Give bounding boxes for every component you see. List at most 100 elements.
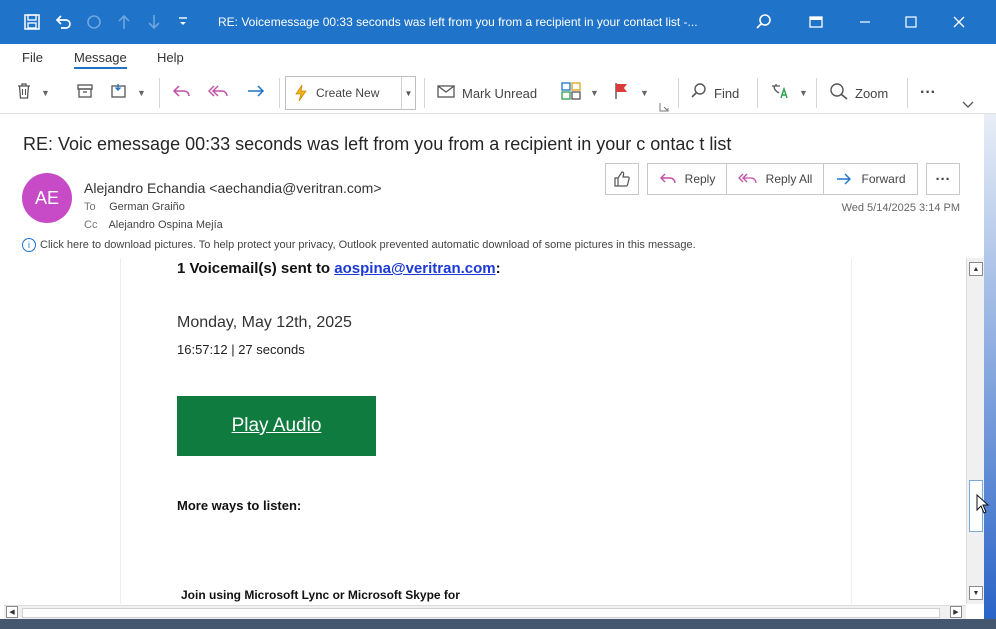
translate-button[interactable]: ▼: [770, 80, 808, 106]
taskbar-strip: [0, 619, 996, 629]
flag-button[interactable]: ▼: [613, 80, 649, 106]
info-icon: i: [22, 238, 36, 252]
zoom-icon: [829, 82, 849, 105]
quick-steps-icon: [292, 84, 310, 102]
translate-icon: [770, 82, 790, 105]
horizontal-scrollbar[interactable]: ◀ ▶: [4, 605, 966, 619]
find-label: Find: [714, 85, 740, 101]
move-button[interactable]: ▼: [110, 80, 146, 106]
cc-recipient[interactable]: Alejandro Ospina Mejía: [108, 219, 222, 231]
save-icon[interactable]: [22, 12, 42, 32]
mark-unread-label: Mark Unread: [462, 85, 538, 101]
mark-unread-button[interactable]: Mark Unread: [436, 80, 537, 106]
window-title: RE: Voicemessage 00:33 seconds was left …: [218, 15, 698, 29]
vertical-scrollbar[interactable]: ▲ ▼: [966, 258, 984, 604]
horizontal-scroll-track[interactable]: [22, 608, 940, 618]
recipient-email-link[interactable]: aospina@veritran.com: [334, 260, 495, 277]
sender[interactable]: Alejandro Echandia <aechandia@veritran.c…: [84, 180, 382, 196]
voicemail-date: Monday, May 12th, 2025: [177, 314, 352, 331]
scroll-right-icon[interactable]: ▶: [950, 606, 962, 618]
archive-button[interactable]: [76, 80, 100, 106]
more-ways-heading: More ways to listen:: [177, 498, 302, 513]
zoom-button[interactable]: Zoom: [829, 80, 888, 106]
chevron-down-icon[interactable]: ▼: [799, 88, 808, 98]
ribbon-more-button[interactable]: ···: [920, 80, 936, 106]
reply-all-ribbon-button[interactable]: [208, 80, 236, 106]
chevron-down-icon[interactable]: ▼: [640, 88, 649, 98]
down-arrow-icon[interactable]: [144, 12, 164, 32]
categorize-icon: [561, 81, 581, 105]
cc-row: Cc Alejandro Ospina Mejía: [84, 219, 223, 231]
ribbon-divider: [279, 78, 280, 108]
scroll-left-icon[interactable]: ◀: [6, 606, 18, 618]
categorize-button[interactable]: ▼: [561, 80, 599, 106]
menu-help[interactable]: Help: [157, 50, 184, 65]
reply-all-icon: [208, 83, 230, 104]
scroll-down-icon[interactable]: ▼: [969, 586, 983, 600]
to-recipient[interactable]: German Graiño: [109, 201, 185, 213]
info-message[interactable]: Click here to download pictures. To help…: [40, 239, 696, 251]
ribbon-divider: [816, 78, 817, 108]
ribbon-divider: [907, 78, 908, 108]
voicemail-sent-prefix: 1 Voicemail(s) sent to: [177, 260, 335, 277]
voicemail-time: 16:57:12 | 27 seconds: [177, 342, 305, 357]
to-label: To: [84, 201, 96, 213]
chevron-down-icon[interactable]: ▼: [41, 88, 50, 98]
menu-message[interactable]: Message: [74, 50, 127, 69]
menu-file[interactable]: File: [22, 50, 43, 65]
forward-label: Forward: [861, 172, 906, 186]
create-new-button[interactable]: Create New ▼: [285, 76, 416, 110]
cc-label: Cc: [84, 219, 98, 231]
more-actions-button[interactable]: ···: [926, 163, 960, 195]
chevron-down-icon[interactable]: ▼: [401, 77, 415, 109]
chevron-down-icon[interactable]: ▼: [137, 88, 146, 98]
archive-icon: [76, 83, 94, 104]
mouse-cursor-icon: [976, 493, 990, 519]
up-arrow-icon[interactable]: [114, 12, 134, 32]
minimize-icon[interactable]: [842, 0, 888, 44]
find-button[interactable]: Find: [690, 80, 739, 106]
flag-icon: [613, 82, 631, 105]
forward-button[interactable]: Forward: [823, 163, 918, 195]
maximize-icon[interactable]: [888, 0, 934, 44]
voicemail-sent-line: 1 Voicemail(s) sent to aospina@veritran.…: [177, 260, 501, 277]
reply-icon: [659, 172, 677, 186]
delete-button[interactable]: ▼: [16, 80, 50, 106]
reply-all-button[interactable]: Reply All: [726, 163, 824, 195]
title-bar: RE: Voicemessage 00:33 seconds was left …: [0, 0, 996, 44]
redo-icon[interactable]: [84, 12, 104, 32]
reply-all-icon: [737, 172, 758, 186]
info-bar[interactable]: i Click here to download pictures. To he…: [22, 238, 696, 252]
search-icon[interactable]: [754, 12, 774, 32]
chevron-down-icon[interactable]: [962, 92, 974, 118]
reply-label: Reply: [684, 172, 716, 186]
scroll-up-icon[interactable]: ▲: [969, 262, 983, 276]
launcher-icon[interactable]: [659, 94, 669, 120]
search-icon: [690, 82, 708, 105]
trash-icon: [16, 82, 32, 105]
ribbon-divider: [757, 78, 758, 108]
play-audio-button[interactable]: Play Audio: [177, 396, 376, 456]
envelope-icon: [436, 83, 456, 104]
zoom-label: Zoom: [855, 85, 889, 101]
menu-bar: File Message Help: [0, 44, 996, 72]
ribbon-divider: [424, 78, 425, 108]
ribbon: ▼ ▼ Mark Unread ▼ ▼ Find ▼ Zoom ···: [0, 72, 996, 114]
ribbon-divider: [678, 78, 679, 108]
reply-button[interactable]: Reply: [647, 163, 727, 195]
reply-ribbon-button[interactable]: [172, 80, 198, 106]
customize-icon[interactable]: [176, 13, 190, 31]
reply-all-label: Reply All: [765, 172, 813, 186]
chevron-down-icon[interactable]: ▼: [590, 88, 599, 98]
thumbs-up-icon: [613, 170, 631, 188]
forward-ribbon-button[interactable]: [246, 80, 272, 106]
join-text: Join using Microsoft Lync or Microsoft S…: [181, 588, 460, 602]
like-button[interactable]: [605, 163, 639, 195]
avatar: AE: [22, 173, 72, 223]
undo-icon[interactable]: [53, 12, 73, 32]
close-icon[interactable]: [936, 0, 982, 44]
forward-icon: [246, 83, 266, 104]
restore-icon[interactable]: [806, 12, 826, 32]
forward-icon: [835, 172, 853, 186]
to-row: To German Graiño: [84, 201, 185, 213]
